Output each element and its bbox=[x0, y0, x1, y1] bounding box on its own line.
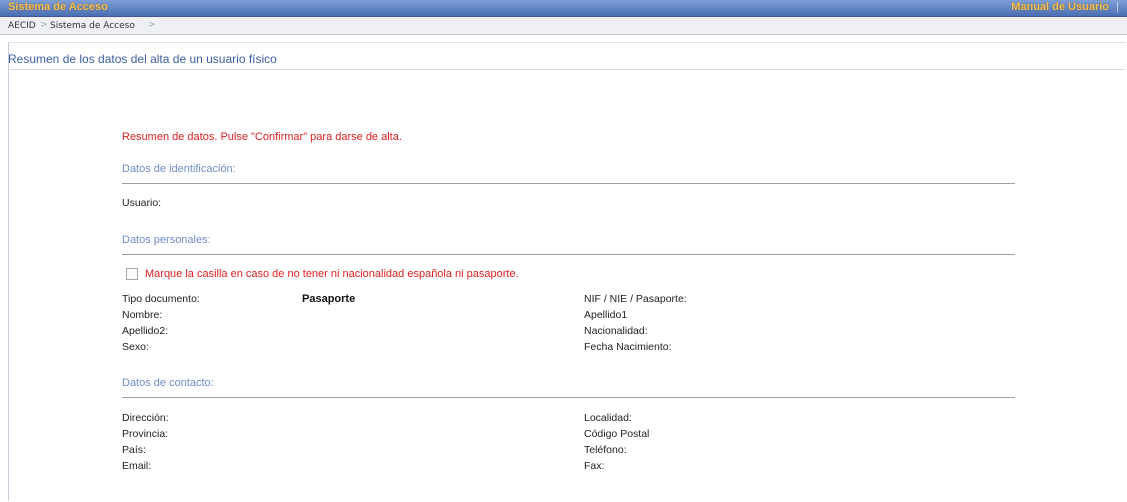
nationality-checkbox[interactable] bbox=[126, 268, 138, 280]
section-divider bbox=[122, 397, 1015, 398]
top-bar: Sistema de Acceso Manual de Usuario | bbox=[0, 0, 1127, 17]
title-divider bbox=[8, 69, 1125, 70]
page-title: Resumen de los datos del alta de un usua… bbox=[8, 52, 277, 66]
codigo-postal-label: Código Postal bbox=[584, 428, 650, 440]
breadcrumb-item-aecid[interactable]: AECID bbox=[8, 21, 36, 31]
section-divider bbox=[122, 183, 1015, 184]
apellido1-label: Apellido1 bbox=[584, 309, 628, 321]
nationality-checkbox-label[interactable]: Marque la casilla en caso de no tener ni… bbox=[145, 268, 519, 280]
tipo-documento-value: Pasaporte bbox=[302, 293, 356, 305]
nombre-label: Nombre: bbox=[122, 309, 163, 321]
summary-notice: Resumen de datos. Pulse "Confirmar" para… bbox=[122, 131, 402, 143]
app-title: Sistema de Acceso bbox=[8, 1, 108, 13]
telefono-label: Teléfono: bbox=[584, 444, 627, 456]
nif-label: NIF / NIE / Pasaporte: bbox=[584, 293, 687, 305]
sexo-label: Sexo: bbox=[122, 341, 149, 353]
email-label: Email: bbox=[122, 460, 152, 472]
localidad-label: Localidad: bbox=[584, 412, 632, 424]
section-divider bbox=[122, 254, 1015, 255]
apellido2-label: Apellido2: bbox=[122, 325, 169, 337]
breadcrumb: AECID > Sistema de Acceso > bbox=[0, 17, 1127, 35]
provincia-label: Provincia: bbox=[122, 428, 169, 440]
breadcrumb-item-sistema[interactable]: Sistema de Acceso bbox=[50, 21, 135, 31]
direccion-label: Dirección: bbox=[122, 412, 169, 424]
fecha-nacimiento-label: Fecha Nacimiento: bbox=[584, 341, 672, 353]
tipo-documento-label: Tipo documento: bbox=[122, 293, 200, 305]
nacionalidad-label: Nacionalidad: bbox=[584, 325, 648, 337]
header-separator: | bbox=[1116, 1, 1119, 13]
section-title-identificacion: Datos de identificación: bbox=[122, 163, 236, 175]
fax-label: Fax: bbox=[584, 460, 605, 472]
breadcrumb-arrow-icon: > bbox=[148, 20, 156, 30]
section-title-contacto: Datos de contacto: bbox=[122, 377, 214, 389]
breadcrumb-arrow-icon: > bbox=[40, 20, 48, 30]
manual-link[interactable]: Manual de Usuario bbox=[1011, 1, 1109, 13]
usuario-label: Usuario: bbox=[122, 197, 162, 209]
section-title-personales: Datos personales: bbox=[122, 234, 211, 246]
pais-label: País: bbox=[122, 444, 146, 456]
